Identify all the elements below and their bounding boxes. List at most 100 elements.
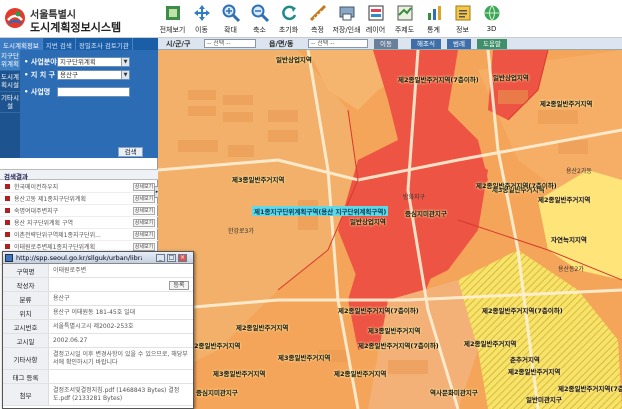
toolbar-button-zoom-in[interactable]: 확대 [216, 2, 245, 36]
category-select[interactable]: 지구단위계획 ▼ [57, 56, 130, 67]
popup-row-key: 기타사항 [3, 348, 49, 369]
popup-row-value: 결정고시일 이후 변경사항이 있을 수 있으므로, 해당부서에 확인하시기 바랍… [53, 350, 188, 366]
toolbar-button-pan-arrows[interactable]: 이동 [187, 2, 216, 36]
dong-select[interactable]: -- 선택 -- [308, 39, 368, 48]
toolbar-button-layer[interactable]: 레이어 [361, 2, 390, 36]
toolbar-button-statistics[interactable]: 통계 [419, 2, 448, 36]
bullet-icon [5, 196, 10, 201]
map-zone-label: 제3종일반주거지역 [368, 327, 421, 335]
project-name-input[interactable] [57, 86, 130, 97]
save-print-icon [339, 6, 354, 21]
popup-row-value: 2002.06.27 [53, 336, 88, 344]
result-item[interactable]: 용산고동 제1종지구단위계획 상세보기 [0, 193, 158, 205]
map-zone-label: 제3종일반주거지역 [278, 354, 331, 362]
toolbar-button-save-print[interactable]: 저장/인쇄 [332, 2, 361, 36]
result-detail-button[interactable]: 상세보기 [133, 195, 155, 203]
toolbar-button-label: 주제도 [394, 26, 415, 34]
toolbar-button-label: 축소 [253, 26, 266, 34]
popup-row-key: 태그 등록 [3, 370, 49, 383]
result-item-label: 한국메이컨하우지 [14, 184, 59, 191]
bullet-icon [5, 208, 10, 213]
sido-select[interactable]: -- 선택 -- [204, 39, 256, 48]
app-header: 서울특별시 도시계획정보시스템 전체보기 이동 확대 축소 초기화 측정 저장/인쇄 레이어 주… [0, 0, 622, 38]
result-item[interactable]: 용산 지구단위계획 구역 상세보기 [0, 217, 158, 229]
toolbar-button-info[interactable]: 정보 [448, 2, 477, 36]
bullet-icon [5, 184, 10, 189]
map-zone-label: 제2종일반주거지역 [334, 370, 387, 378]
pan-arrows-icon [193, 5, 210, 21]
map-place-label: 한강로3가 [228, 228, 254, 235]
popup-titlebar[interactable]: http://spp.seoul.go.kr/sllguk/urban/libr… [3, 252, 193, 264]
register-button[interactable]: 등록 [169, 281, 189, 290]
zoning-map[interactable]: 일반상업지역 제2종일반주거지역(7층이하) 일반상업지역 제2종일반주거지역 … [158, 50, 622, 409]
results-header: 검색결과 [0, 169, 158, 181]
map-district-label: 제1종지구단위계획구역(용산 지구단위계획구역) [252, 206, 389, 216]
field-row-district: • 지 치 구 용산구 ▼ [24, 69, 130, 80]
map-zone-label: 역사문화미관지구 [430, 389, 478, 397]
popup-row-value: 등록 [49, 278, 193, 291]
help-button[interactable]: 도움말 [477, 39, 507, 49]
map-zone-label: 일반미관지구 [526, 396, 562, 404]
result-detail-button[interactable]: 상세보기 [133, 243, 155, 251]
legend-button[interactable]: 범례 [447, 39, 471, 49]
globe-3d-icon [484, 5, 499, 22]
toolbar-button-zoom-out[interactable]: 축소 [245, 2, 274, 36]
move-button[interactable]: 이동 [374, 39, 398, 49]
popup-row: 작성자 등록 [3, 278, 193, 292]
map-zone-label: 일반상업지역 [493, 74, 529, 82]
map-zone-label: 제2종일반주거지역 [188, 342, 241, 350]
minimize-icon[interactable]: _ [156, 254, 165, 262]
tab-survey-agency[interactable]: 정밀조사 검토기관 [76, 38, 133, 50]
toolbar-button-label: 초기화 [278, 26, 299, 34]
tab-urban-plan[interactable]: 도시계획정보 [0, 38, 43, 50]
map-zone-label: 중심지미관지구 [196, 389, 238, 397]
zoom-out-icon [251, 4, 269, 23]
vtab-district-plan[interactable]: 지구단위계획 [0, 50, 20, 71]
app-root: 서울특별시 도시계획정보시스템 전체보기이동 확대축소 초기화 측정 저장/인쇄 레이어주… [0, 0, 622, 409]
result-item-label: 이촌전략단위구역제1종지구단위... [14, 232, 101, 239]
search-button[interactable]: 검색 [118, 147, 143, 157]
popup-row: 고시번호 서울특별시고시 제2002-253호 [3, 320, 193, 334]
map-zone-label: 방화지구 [403, 194, 426, 201]
result-item[interactable]: 이촌전략단위구역제1종지구단위... 상세보기 [0, 229, 158, 241]
map-zone-label: 춘추거지역 [510, 356, 540, 364]
popup-row: 위치 용산구 이태원동 181-45호 일대 [3, 306, 193, 320]
layer-icon [368, 5, 383, 21]
popup-row-key: 위치 [3, 306, 49, 319]
popup-row-key: 고시일 [3, 334, 49, 347]
area-button[interactable]: 해조식 [411, 39, 441, 49]
toolbar-button-measure[interactable]: 측정 [303, 2, 332, 36]
app-logo[interactable]: 서울특별시 도시계획정보시스템 [4, 5, 154, 34]
sido-label: 시/군/구 [166, 40, 191, 48]
seoul-logo-icon [5, 8, 25, 28]
chevron-down-icon: ▼ [121, 57, 129, 66]
vtab-other-facility[interactable]: 기타시설 [0, 92, 20, 113]
vertical-tabs: 지구단위계획 도시계획시설 기타시설 [0, 50, 20, 158]
result-detail-button[interactable]: 상세보기 [133, 207, 155, 215]
tab-lot-search[interactable]: 지번 검색 [43, 38, 76, 50]
maximize-icon[interactable]: □ [167, 254, 176, 262]
district-select[interactable]: 용산구 ▼ [57, 69, 130, 80]
result-detail-button[interactable]: 상세보기 [133, 183, 155, 191]
app-title-system: 도시계획정보시스템 [30, 21, 122, 34]
result-item[interactable]: 숙명여대주변지구 상세보기 [0, 205, 158, 217]
popup-row-key: 분류 [3, 292, 49, 305]
thematic-map-icon [397, 5, 412, 21]
map-zone-label: 제2종일반주거지역 [464, 340, 517, 348]
field-label-project: • 사업명 [24, 87, 51, 96]
result-detail-button[interactable]: 상세보기 [133, 231, 155, 239]
result-item[interactable]: 한국메이컨하우지 상세보기 [0, 181, 158, 193]
toolbar-button-refresh[interactable]: 초기화 [274, 2, 303, 36]
toolbar-button-label: 이동 [195, 26, 208, 34]
toolbar-button-full-view[interactable]: 전체보기 [158, 2, 187, 36]
result-detail-button[interactable]: 상세보기 [133, 219, 155, 227]
toolbar-button-globe-3d[interactable]: 3D [477, 2, 506, 36]
toolbar-button-thematic-map[interactable]: 주제도 [390, 2, 419, 36]
search-panel: 지구단위계획 도시계획시설 기타시설 • 사업분야 지구단위계획 ▼ • 지 치 … [0, 50, 158, 158]
result-item-label: 용산 지구단위계획 구역 [14, 220, 74, 227]
vtab-urban-facility[interactable]: 도시계획시설 [0, 71, 20, 92]
map-zone-label: 중심지미관지구 [405, 210, 447, 218]
close-icon[interactable]: × [178, 254, 187, 262]
field-label-category: • 사업분야 [24, 57, 57, 66]
full-view-icon [165, 6, 180, 20]
